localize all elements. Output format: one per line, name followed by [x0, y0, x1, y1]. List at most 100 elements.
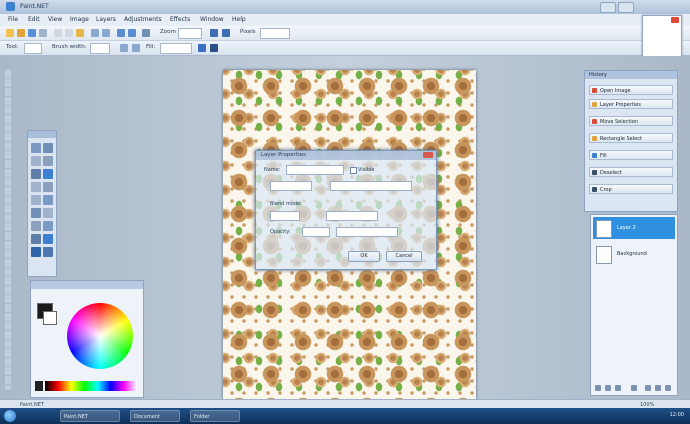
pencil-icon[interactable] [43, 195, 53, 205]
history-item[interactable]: Fill [589, 150, 673, 160]
gradient-icon[interactable] [31, 182, 41, 192]
brush-icon[interactable] [43, 182, 53, 192]
cut-icon[interactable] [54, 29, 62, 37]
zoom-combo[interactable] [178, 28, 202, 39]
crop-icon[interactable] [91, 29, 99, 37]
deselect-icon[interactable] [102, 29, 110, 37]
blend-mode-combo[interactable] [270, 211, 300, 221]
duplicate-layer-icon[interactable] [615, 385, 621, 391]
blend-preview-field[interactable] [326, 211, 378, 221]
menu-layers[interactable]: Layers [96, 16, 116, 23]
shapes-icon[interactable] [31, 234, 41, 244]
option-field-left[interactable] [270, 181, 312, 191]
print-icon[interactable] [39, 29, 47, 37]
menu-file[interactable]: File [8, 16, 18, 23]
recolor-icon[interactable] [43, 208, 53, 218]
paste-icon[interactable] [76, 29, 84, 37]
open-icon[interactable] [17, 29, 25, 37]
menu-help[interactable]: Help [232, 16, 246, 23]
start-button[interactable] [4, 410, 16, 422]
zoom-out-icon[interactable] [222, 29, 230, 37]
visible-label: Visible [358, 167, 375, 173]
colors-panel [30, 280, 144, 398]
freeform-icon[interactable] [43, 247, 53, 257]
taskbar-item[interactable]: Document [130, 410, 180, 422]
opacity-field[interactable] [302, 227, 330, 237]
delete-layer-icon[interactable] [605, 385, 611, 391]
antialias-icon[interactable] [120, 44, 128, 52]
zoom-in-icon[interactable] [210, 29, 218, 37]
new-icon[interactable] [6, 29, 14, 37]
color-wheel[interactable] [67, 303, 133, 369]
tools-panel-header[interactable] [28, 131, 56, 138]
line-icon[interactable] [43, 221, 53, 231]
layer-name: Layer 2 [617, 225, 636, 231]
lasso-icon[interactable] [31, 156, 41, 166]
history-item[interactable]: Deselect [589, 167, 673, 177]
menu-view[interactable]: View [48, 16, 62, 23]
units-combo[interactable] [260, 28, 290, 39]
undo-icon[interactable] [117, 29, 125, 37]
taskbar-item[interactable]: Folder [190, 410, 240, 422]
layer-row[interactable]: Background [593, 243, 675, 265]
layer-thumbnail [596, 246, 612, 264]
blend-icon[interactable] [132, 44, 140, 52]
paint-bucket-icon[interactable] [43, 169, 53, 179]
image-thumbnail-window[interactable] [642, 15, 682, 59]
history-item-icon [592, 170, 597, 175]
selection-mode-icon[interactable] [210, 44, 218, 52]
option-field-right[interactable] [330, 181, 412, 191]
magic-wand-icon[interactable] [31, 169, 41, 179]
menu-image[interactable]: Image [70, 16, 89, 23]
color-palette[interactable] [45, 381, 137, 391]
add-layer-icon[interactable] [595, 385, 601, 391]
layer-thumbnail [596, 220, 612, 238]
history-item[interactable]: Rectangle Select [589, 133, 673, 143]
title-bar: Paint.NET [0, 0, 690, 15]
fill-combo[interactable] [160, 43, 192, 54]
copy-icon[interactable] [65, 29, 73, 37]
history-item-icon [592, 187, 597, 192]
colors-panel-header[interactable] [31, 281, 143, 289]
eraser-icon[interactable] [31, 195, 41, 205]
redo-icon[interactable] [128, 29, 136, 37]
clone-stamp-icon[interactable] [31, 208, 41, 218]
dialog-close-icon[interactable] [423, 152, 433, 158]
menu-adjustments[interactable]: Adjustments [124, 16, 162, 23]
color-picker-icon[interactable] [43, 234, 53, 244]
color-mode-icon[interactable] [198, 44, 206, 52]
taskbar-item[interactable]: Paint.NET [60, 410, 120, 422]
tool-combo[interactable] [24, 43, 42, 54]
visible-checkbox[interactable] [350, 167, 357, 174]
move-layer-up-icon[interactable] [645, 385, 651, 391]
opacity-slider[interactable] [336, 227, 398, 237]
ok-button[interactable]: OK [348, 251, 380, 262]
save-icon[interactable] [28, 29, 36, 37]
layer-row-selected[interactable]: Layer 2 [593, 217, 675, 239]
maximize-button[interactable] [618, 2, 634, 13]
secondary-color-swatch[interactable] [43, 311, 57, 325]
history-item[interactable]: Layer Properties [589, 99, 673, 109]
ellipse-icon[interactable] [31, 247, 41, 257]
menu-window[interactable]: Window [200, 16, 224, 23]
layer-properties-icon[interactable] [665, 385, 671, 391]
history-item[interactable]: Move Selection [589, 116, 673, 126]
history-item[interactable]: Open Image [589, 85, 673, 95]
menu-edit[interactable]: Edit [28, 16, 40, 23]
minimize-button[interactable] [600, 2, 616, 13]
move-icon[interactable] [43, 143, 53, 153]
history-item-icon [592, 136, 597, 141]
grid-icon[interactable] [142, 29, 150, 37]
menu-effects[interactable]: Effects [170, 16, 190, 23]
brush-width-combo[interactable] [90, 43, 110, 54]
rectangle-select-icon[interactable] [31, 143, 41, 153]
text-icon[interactable] [31, 221, 41, 231]
zoom-tool-icon[interactable] [43, 156, 53, 166]
move-layer-down-icon[interactable] [655, 385, 661, 391]
close-icon[interactable] [671, 17, 679, 23]
history-item[interactable]: Crop [589, 184, 673, 194]
cancel-button[interactable]: Cancel [386, 251, 422, 262]
merge-layer-icon[interactable] [631, 385, 637, 391]
palette-black-swatch[interactable] [35, 381, 43, 391]
layer-name-field[interactable] [286, 165, 344, 175]
